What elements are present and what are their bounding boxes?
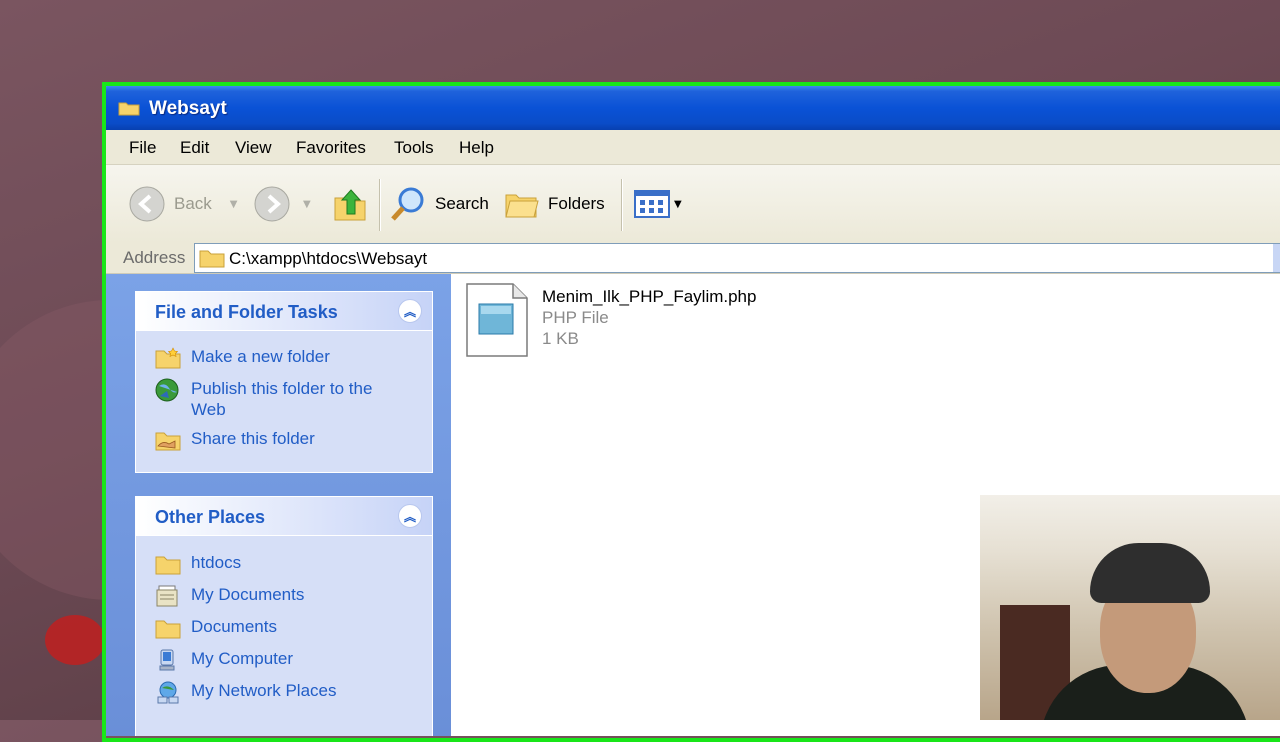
php-file-icon [466, 283, 528, 357]
back-label: Back [174, 194, 212, 213]
menu-file[interactable]: File [129, 138, 156, 158]
folders-button[interactable]: Folders [504, 165, 605, 243]
computer-icon [159, 649, 175, 671]
person-cap [1090, 543, 1210, 603]
place-label: My Documents [191, 585, 305, 604]
task-make-folder[interactable]: Make a new folder [155, 346, 401, 370]
task-publish-web[interactable]: Publish this folder to the Web [155, 378, 401, 420]
place-label: Documents [191, 617, 277, 636]
task-pane: File and Folder Tasks ︽ Make a new folde… [106, 274, 451, 736]
place-my-documents[interactable]: My Documents [155, 584, 401, 608]
up-folder-button[interactable] [332, 165, 368, 243]
back-arrow-icon [129, 186, 165, 222]
place-htdocs[interactable]: htdocs [155, 552, 401, 576]
other-places-panel: Other Places ︽ htdocs My Documents Docum… [135, 496, 433, 736]
search-label: Search [435, 194, 489, 213]
my-documents-icon [156, 585, 178, 607]
chevron-down-icon: ▼ [303, 198, 311, 210]
address-path: C:\xampp\htdocs\Websayt [229, 249, 428, 268]
menu-help[interactable]: Help [459, 138, 494, 158]
task-label: Share this folder [191, 429, 315, 448]
forward-arrow-icon [254, 186, 290, 222]
panel-title: File and Folder Tasks [155, 302, 338, 322]
views-icon [634, 190, 670, 218]
folder-icon [155, 620, 181, 639]
task-label: Publish this folder to the Web [191, 379, 373, 419]
webcam-overlay [980, 495, 1280, 720]
views-button[interactable]: ▼ [634, 165, 682, 243]
place-label: htdocs [191, 553, 242, 572]
file-size: 1 KB [542, 329, 579, 348]
collapse-icon[interactable]: ︽ [398, 504, 422, 528]
menu-edit[interactable]: Edit [180, 138, 209, 158]
file-folder-tasks-panel: File and Folder Tasks ︽ Make a new folde… [135, 291, 433, 473]
forward-button[interactable]: ▼ [253, 165, 311, 243]
globe-icon [155, 378, 179, 402]
task-label: Make a new folder [191, 347, 330, 366]
folder-icon [118, 102, 140, 116]
folder-icon [199, 250, 225, 268]
toolbar-separator [621, 179, 623, 231]
folders-icon [505, 194, 539, 218]
new-folder-icon [155, 347, 181, 369]
share-folder-icon [155, 432, 181, 451]
network-icon [157, 681, 179, 704]
title-bar[interactable]: Websayt [106, 86, 1280, 130]
folders-label: Folders [548, 194, 605, 213]
toolbar-separator [379, 179, 381, 231]
panel-header[interactable]: File and Folder Tasks ︽ [136, 292, 432, 331]
place-my-network-places[interactable]: My Network Places [155, 680, 401, 704]
toolbar: Back ▼ ▼ Search Folders ▼ [106, 165, 1280, 244]
task-share-folder[interactable]: Share this folder [155, 428, 401, 452]
place-label: My Computer [191, 649, 294, 668]
collapse-icon[interactable]: ︽ [398, 299, 422, 323]
place-documents[interactable]: Documents [155, 616, 401, 640]
search-icon [391, 187, 424, 221]
chevron-down-icon: ▼ [229, 198, 238, 210]
window-title: Websayt [149, 98, 227, 119]
folder-icon [155, 556, 181, 575]
file-name: Menim_Ilk_PHP_Faylim.php [542, 287, 757, 306]
menu-tools[interactable]: Tools [394, 138, 434, 158]
file-type: PHP File [542, 308, 609, 327]
menu-bar: File Edit View Favorites Tools Help [106, 130, 1280, 165]
place-my-computer[interactable]: My Computer [155, 648, 401, 672]
flower-decoration [45, 615, 105, 665]
address-input[interactable]: C:\xampp\htdocs\Websayt [194, 243, 1280, 273]
address-bar: Address C:\xampp\htdocs\Websayt [106, 243, 1280, 274]
menu-favorites[interactable]: Favorites [296, 138, 366, 158]
file-item[interactable]: Menim_Ilk_PHP_Faylim.php PHP File 1 KB [451, 274, 781, 364]
place-label: My Network Places [191, 681, 337, 700]
panel-title: Other Places [155, 507, 266, 527]
chevron-down-icon: ▼ [674, 198, 682, 210]
menu-view[interactable]: View [235, 138, 272, 158]
up-folder-icon [334, 189, 366, 221]
address-label: Address [123, 248, 186, 267]
address-dropdown-button[interactable] [1273, 244, 1280, 272]
panel-header[interactable]: Other Places ︽ [136, 497, 432, 536]
back-button[interactable]: Back ▼ [128, 165, 238, 243]
search-button[interactable]: Search [389, 165, 489, 243]
